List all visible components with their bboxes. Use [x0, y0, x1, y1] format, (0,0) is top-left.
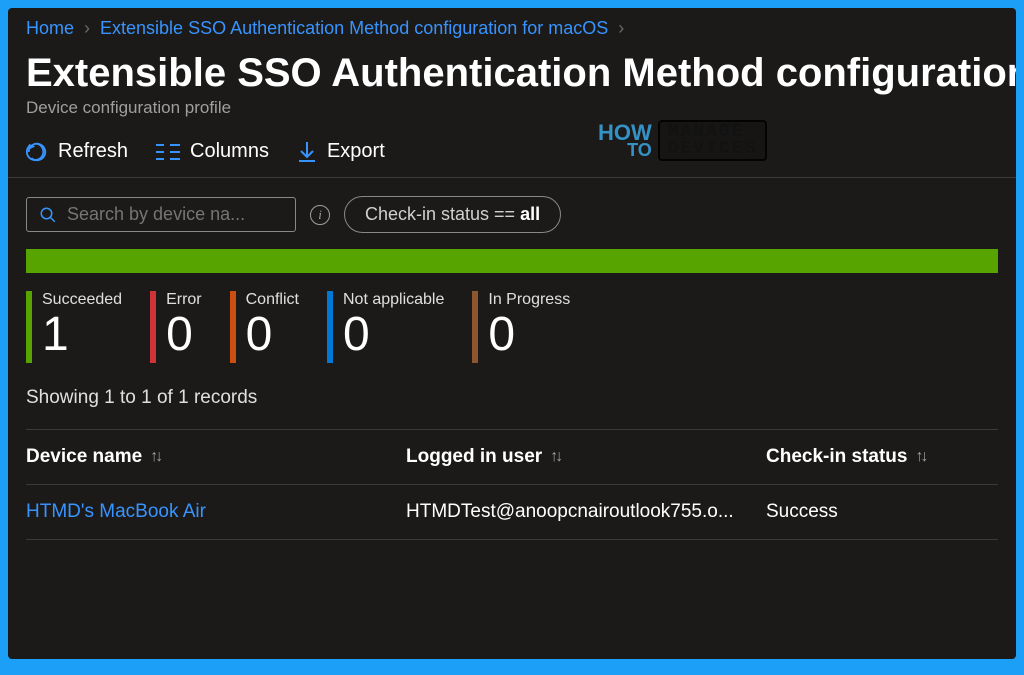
- export-label: Export: [327, 140, 385, 163]
- watermark: HOW TO MANAGE DEVICES: [598, 120, 767, 161]
- stat-succeeded[interactable]: Succeeded 1: [26, 291, 122, 363]
- stat-label: Succeeded: [42, 291, 122, 309]
- stat-conflict[interactable]: Conflict 0: [230, 291, 299, 363]
- logged-in-user: HTMDTest@anoopcnairoutlook755.o...: [406, 501, 766, 523]
- page-subtitle: Device configuration profile: [8, 98, 1016, 132]
- columns-icon: [156, 142, 180, 162]
- stat-label: In Progress: [488, 291, 570, 309]
- refresh-label: Refresh: [58, 140, 128, 163]
- info-icon[interactable]: i: [310, 205, 330, 225]
- column-header-label: Check-in status: [766, 446, 907, 468]
- status-summary-bar: [26, 249, 998, 273]
- stats-row: Succeeded 1 Error 0 Conflict 0 Not appli…: [8, 291, 1016, 381]
- column-header-user[interactable]: Logged in user ↑↓: [406, 446, 766, 468]
- checkin-status: Success: [766, 501, 998, 523]
- column-header-status[interactable]: Check-in status ↑↓: [766, 446, 998, 468]
- device-name-link[interactable]: HTMD's MacBook Air: [26, 501, 406, 523]
- column-header-device[interactable]: Device name ↑↓: [26, 446, 406, 468]
- page-title: Extensible SSO Authentication Method con…: [8, 45, 1016, 98]
- sort-icon: ↑↓: [550, 448, 560, 466]
- sort-icon: ↑↓: [150, 448, 160, 466]
- column-header-label: Device name: [26, 446, 142, 468]
- stat-color-bar: [230, 291, 236, 363]
- stat-color-bar: [26, 291, 32, 363]
- chevron-right-icon: ›: [84, 18, 90, 39]
- stat-color-bar: [472, 291, 478, 363]
- app-frame: Home › Extensible SSO Authentication Met…: [8, 8, 1016, 659]
- records-count: Showing 1 to 1 of 1 records: [8, 381, 1016, 429]
- toolbar: Refresh Columns Export: [8, 132, 1016, 178]
- stat-in-progress[interactable]: In Progress 0: [472, 291, 570, 363]
- column-header-label: Logged in user: [406, 446, 542, 468]
- table-row[interactable]: HTMD's MacBook Air HTMDTest@anoopcnairou…: [26, 485, 998, 540]
- refresh-button[interactable]: Refresh: [26, 140, 128, 163]
- stat-value: 0: [246, 311, 299, 359]
- sort-icon: ↑↓: [915, 448, 925, 466]
- stat-value: 0: [166, 311, 202, 359]
- columns-label: Columns: [190, 140, 269, 163]
- watermark-to: TO: [598, 142, 652, 158]
- breadcrumb: Home › Extensible SSO Authentication Met…: [8, 8, 1016, 45]
- columns-button[interactable]: Columns: [156, 140, 269, 163]
- breadcrumb-current[interactable]: Extensible SSO Authentication Method con…: [100, 18, 608, 39]
- search-icon: [39, 206, 57, 224]
- search-input-wrapper[interactable]: [26, 197, 296, 232]
- stat-error[interactable]: Error 0: [150, 291, 202, 363]
- checkin-status-filter[interactable]: Check-in status == all: [344, 196, 561, 233]
- checkin-filter-label: Check-in status ==: [365, 204, 520, 224]
- stat-label: Not applicable: [343, 291, 444, 309]
- stat-value: 0: [343, 311, 444, 359]
- stat-color-bar: [150, 291, 156, 363]
- chevron-right-icon: ›: [618, 18, 624, 39]
- table-header-row: Device name ↑↓ Logged in user ↑↓ Check-i…: [26, 429, 998, 485]
- watermark-devices: DEVICES: [668, 141, 758, 158]
- stat-color-bar: [327, 291, 333, 363]
- stat-label: Error: [166, 291, 202, 309]
- breadcrumb-home[interactable]: Home: [26, 18, 74, 39]
- stat-not-applicable[interactable]: Not applicable 0: [327, 291, 444, 363]
- download-icon: [297, 141, 317, 163]
- checkin-filter-value: all: [520, 204, 540, 224]
- refresh-icon: [26, 141, 48, 163]
- stat-value: 1: [42, 311, 122, 359]
- device-table: Device name ↑↓ Logged in user ↑↓ Check-i…: [8, 429, 1016, 540]
- stat-label: Conflict: [246, 291, 299, 309]
- export-button[interactable]: Export: [297, 140, 385, 163]
- filter-row: i Check-in status == all: [8, 178, 1016, 249]
- search-input[interactable]: [67, 204, 283, 225]
- stat-value: 0: [488, 311, 570, 359]
